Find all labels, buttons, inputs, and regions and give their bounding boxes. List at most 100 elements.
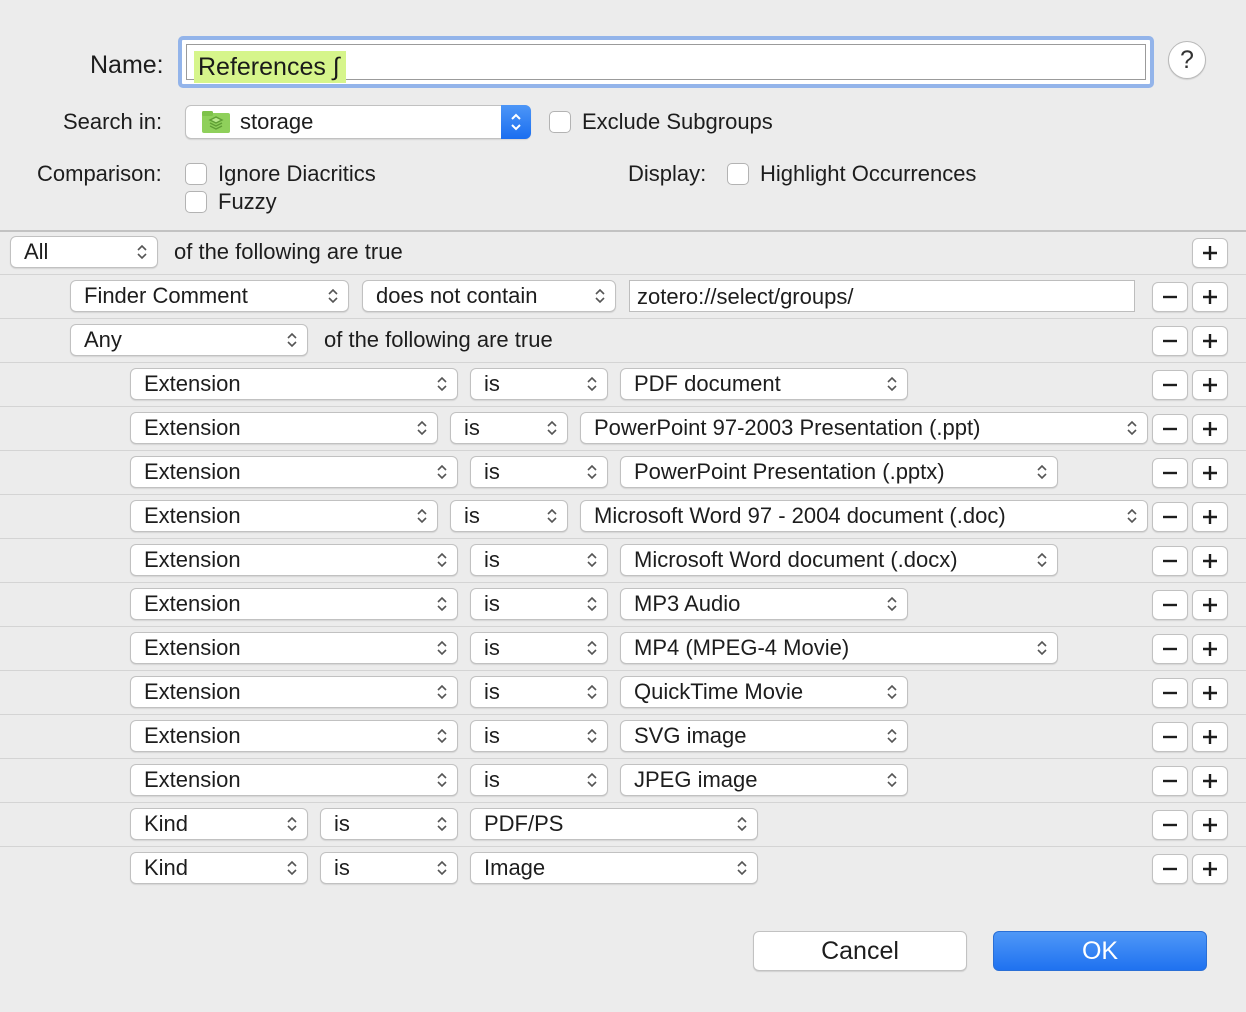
popup-arrows-icon <box>283 328 301 352</box>
condition-value-popup[interactable]: PowerPoint 97-2003 Presentation (.ppt) <box>580 412 1148 444</box>
condition-operator-popup[interactable]: is <box>470 720 608 752</box>
row-divider <box>0 802 1246 803</box>
condition-operator-popup[interactable]: is <box>450 500 568 532</box>
condition-field-value: Extension <box>144 459 241 484</box>
rule-value-text: zotero://select/groups/ <box>637 284 854 309</box>
condition-field-popup[interactable]: Extension <box>130 632 458 664</box>
remove-criterion-button[interactable] <box>1152 458 1188 488</box>
remove-criterion-button[interactable] <box>1152 502 1188 532</box>
condition-field-popup[interactable]: Kind <box>130 808 308 840</box>
condition-value-popup[interactable]: Image <box>470 852 758 884</box>
condition-operator-popup[interactable]: is <box>450 412 568 444</box>
condition-operator-popup[interactable]: is <box>470 764 608 796</box>
root-quantifier-popup[interactable]: All <box>10 236 158 268</box>
condition-value-popup[interactable]: SVG image <box>620 720 908 752</box>
remove-criterion-button[interactable] <box>1152 678 1188 708</box>
condition-value-popup[interactable]: MP3 Audio <box>620 588 908 620</box>
condition-value-value: SVG image <box>634 723 747 748</box>
condition-value-popup[interactable]: QuickTime Movie <box>620 676 908 708</box>
condition-value-value: JPEG image <box>634 767 758 792</box>
rule-field-popup[interactable]: Finder Comment <box>70 280 349 312</box>
rule-field-value: Finder Comment <box>84 283 248 308</box>
condition-operator-popup[interactable]: is <box>470 676 608 708</box>
condition-operator-popup[interactable]: is <box>320 808 458 840</box>
remove-criterion-button[interactable] <box>1152 326 1188 356</box>
condition-field-value: Kind <box>144 811 189 836</box>
condition-value-popup[interactable]: JPEG image <box>620 764 908 796</box>
condition-field-popup[interactable]: Extension <box>130 456 458 488</box>
add-criterion-button[interactable] <box>1192 590 1228 620</box>
condition-field-popup[interactable]: Extension <box>130 676 458 708</box>
condition-operator-value: is <box>464 415 480 440</box>
add-criterion-button[interactable] <box>1192 810 1228 840</box>
condition-field-popup[interactable]: Extension <box>130 412 438 444</box>
condition-value-popup[interactable]: PDF/PS <box>470 808 758 840</box>
condition-field-popup[interactable]: Kind <box>130 852 308 884</box>
add-criterion-button[interactable] <box>1192 722 1228 752</box>
condition-field-popup[interactable]: Extension <box>130 720 458 752</box>
condition-field-popup[interactable]: Extension <box>130 764 458 796</box>
minus-icon <box>1163 515 1177 519</box>
cancel-button[interactable]: Cancel <box>753 931 967 971</box>
rule-value-field[interactable]: zotero://select/groups/ <box>629 280 1135 312</box>
condition-operator-popup[interactable]: is <box>470 368 608 400</box>
minus-icon <box>1163 779 1177 783</box>
remove-criterion-button[interactable] <box>1152 282 1188 312</box>
condition-value-value: PowerPoint 97-2003 Presentation (.ppt) <box>594 415 981 440</box>
remove-criterion-button[interactable] <box>1152 810 1188 840</box>
popup-arrows-icon <box>433 592 451 616</box>
help-button[interactable]: ? <box>1168 41 1206 79</box>
minus-icon <box>1163 647 1177 651</box>
add-criterion-button[interactable] <box>1192 282 1228 312</box>
exclude-subgroups-checkbox[interactable] <box>549 111 571 133</box>
condition-value-popup[interactable]: PDF document <box>620 368 908 400</box>
add-criterion-button[interactable] <box>1192 546 1228 576</box>
highlight-occurrences-checkbox[interactable] <box>727 163 749 185</box>
add-criterion-button[interactable] <box>1192 766 1228 796</box>
condition-operator-popup[interactable]: is <box>470 632 608 664</box>
add-criterion-button[interactable] <box>1192 502 1228 532</box>
add-criterion-button[interactable] <box>1192 634 1228 664</box>
condition-operator-popup[interactable]: is <box>470 588 608 620</box>
condition-operator-popup[interactable]: is <box>470 456 608 488</box>
rule-operator-value: does not contain <box>376 283 538 308</box>
add-criterion-button[interactable] <box>1192 370 1228 400</box>
condition-field-popup[interactable]: Extension <box>130 588 458 620</box>
name-input-value[interactable]: References ∫ <box>194 51 346 83</box>
name-field[interactable]: References ∫ <box>178 36 1154 88</box>
condition-field-popup[interactable]: Extension <box>130 500 438 532</box>
condition-value-popup[interactable]: MP4 (MPEG-4 Movie) <box>620 632 1058 664</box>
add-criterion-button[interactable] <box>1192 678 1228 708</box>
popup-arrows-icon <box>433 636 451 660</box>
remove-criterion-button[interactable] <box>1152 766 1188 796</box>
condition-value-popup[interactable]: PowerPoint Presentation (.pptx) <box>620 456 1058 488</box>
ok-button[interactable]: OK <box>993 931 1207 971</box>
plus-icon <box>1203 290 1217 304</box>
condition-value-popup[interactable]: Microsoft Word 97 - 2004 document (.doc) <box>580 500 1148 532</box>
popup-arrows-icon <box>413 416 431 440</box>
search-in-popup[interactable]: storage <box>185 105 531 139</box>
remove-criterion-button[interactable] <box>1152 414 1188 444</box>
add-criterion-button[interactable] <box>1192 458 1228 488</box>
condition-field-popup[interactable]: Extension <box>130 368 458 400</box>
fuzzy-checkbox[interactable] <box>185 191 207 213</box>
add-criterion-button[interactable] <box>1192 326 1228 356</box>
remove-criterion-button[interactable] <box>1152 546 1188 576</box>
condition-value-value: QuickTime Movie <box>634 679 804 704</box>
remove-criterion-button[interactable] <box>1152 634 1188 664</box>
remove-criterion-button[interactable] <box>1152 590 1188 620</box>
group-quantifier-popup[interactable]: Any <box>70 324 308 356</box>
condition-value-popup[interactable]: Microsoft Word document (.docx) <box>620 544 1058 576</box>
condition-operator-popup[interactable]: is <box>470 544 608 576</box>
remove-criterion-button[interactable] <box>1152 722 1188 752</box>
add-criterion-button[interactable] <box>1192 854 1228 884</box>
remove-criterion-button[interactable] <box>1152 370 1188 400</box>
remove-criterion-button[interactable] <box>1152 854 1188 884</box>
rule-operator-popup[interactable]: does not contain <box>362 280 616 312</box>
add-criterion-button[interactable] <box>1192 238 1228 268</box>
ignore-diacritics-checkbox[interactable] <box>185 163 207 185</box>
condition-operator-popup[interactable]: is <box>320 852 458 884</box>
add-criterion-button[interactable] <box>1192 414 1228 444</box>
plus-icon <box>1203 422 1217 436</box>
condition-field-popup[interactable]: Extension <box>130 544 458 576</box>
